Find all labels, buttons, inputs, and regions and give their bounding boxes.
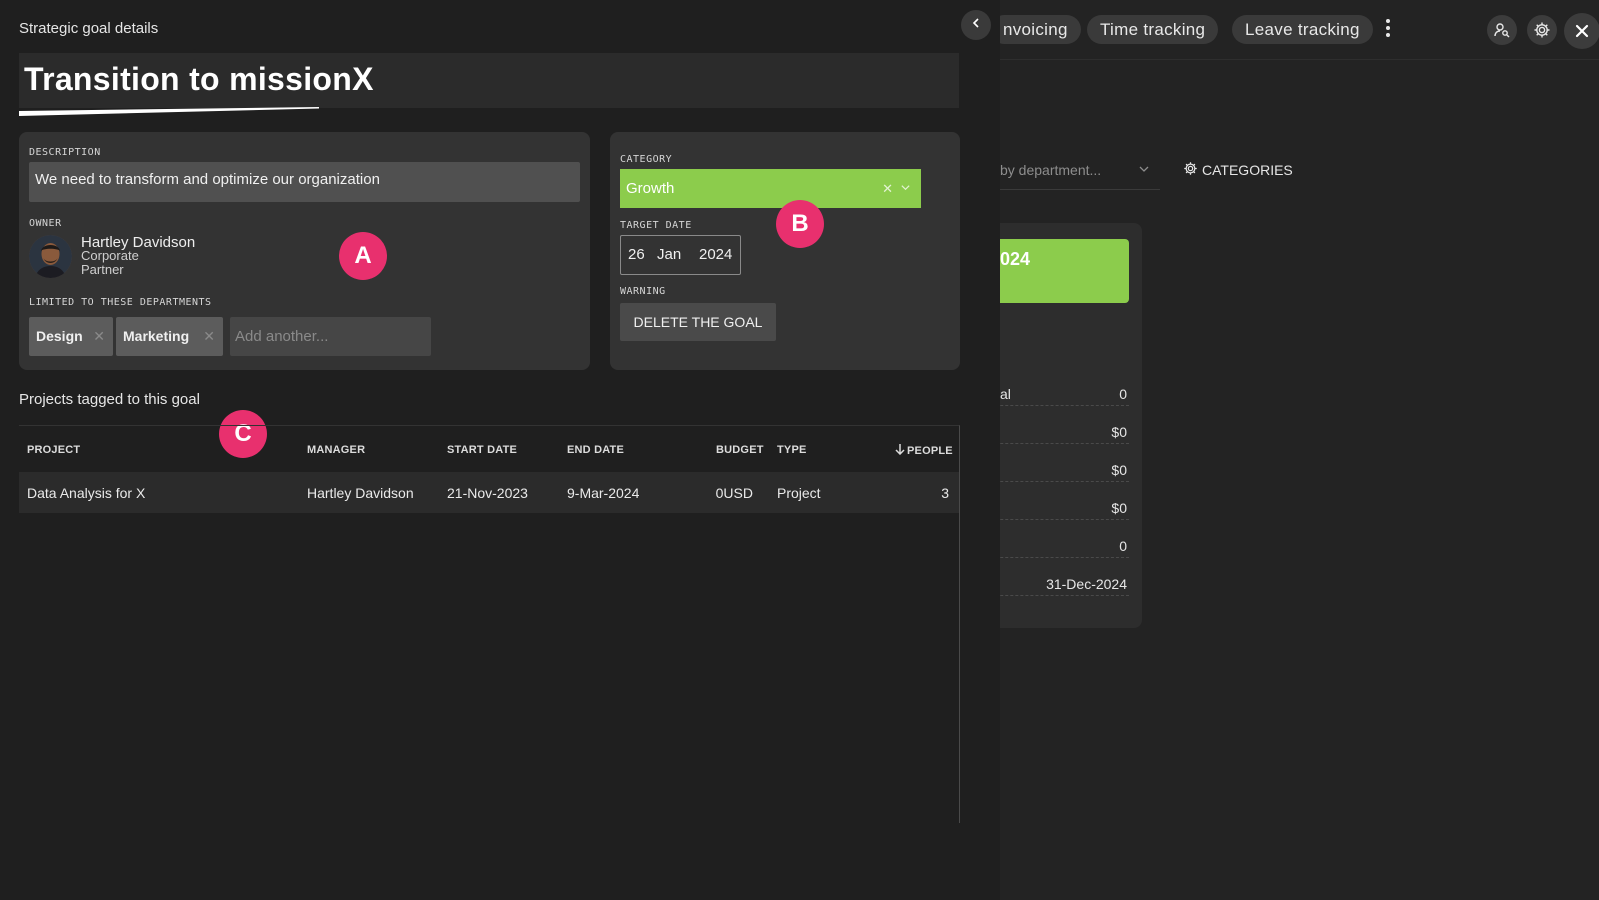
categories-button[interactable]: CATEGORIES [1183, 161, 1293, 179]
department-chip-design[interactable]: Design ✕ [29, 317, 113, 356]
delete-goal-button[interactable]: DELETE THE GOAL [620, 303, 776, 341]
column-header-manager[interactable]: MANAGER [307, 444, 365, 456]
column-header-end-date[interactable]: END DATE [567, 444, 624, 456]
date-month[interactable]: Jan [657, 236, 681, 274]
column-header-budget[interactable]: BUDGET [716, 444, 764, 456]
warning-label: WARNING [620, 286, 666, 297]
user-search-icon[interactable] [1487, 15, 1517, 45]
avatar[interactable] [29, 235, 72, 278]
goal-info-card: DESCRIPTION We need to transform and opt… [19, 132, 590, 370]
nav-tab-leave-tracking[interactable]: Leave tracking [1232, 15, 1373, 44]
department-filter-placeholder: by department... [1000, 162, 1102, 178]
more-options-icon[interactable] [1385, 19, 1391, 39]
category-select[interactable]: Growth ✕ [620, 169, 921, 208]
clear-icon[interactable]: ✕ [882, 169, 893, 208]
gear-icon [1183, 161, 1198, 179]
chevron-left-icon [970, 16, 982, 34]
goal-title: Transition to missionX [24, 61, 374, 97]
cell-people: 3 [941, 485, 949, 501]
sort-arrow-down-icon [895, 444, 905, 458]
column-header-type[interactable]: TYPE [777, 444, 807, 456]
collapse-panel-button[interactable] [961, 10, 991, 40]
target-date-input[interactable]: 26 Jan 2024 [620, 235, 741, 275]
chevron-down-icon [1138, 150, 1150, 190]
department-chip-label: Marketing [123, 328, 190, 344]
target-date-label: TARGET DATE [620, 220, 692, 231]
cell-end-date: 9-Mar-2024 [567, 485, 640, 501]
panel-heading: Strategic goal details [19, 20, 159, 37]
nav-tab-time-tracking[interactable]: Time tracking [1087, 15, 1219, 44]
gear-icon[interactable] [1527, 15, 1557, 45]
projects-heading: Projects tagged to this goal [19, 391, 200, 408]
owner-group: Corporate [81, 248, 139, 263]
column-header-people-label: PEOPLE [907, 445, 953, 457]
remove-icon[interactable]: ✕ [203, 317, 215, 356]
annotation-marker-b: B [776, 200, 824, 248]
category-label: CATEGORY [620, 154, 673, 165]
owner-label: OWNER [29, 218, 62, 229]
title-underline-stroke [19, 107, 319, 116]
cell-start-date: 21-Nov-2023 [447, 485, 528, 501]
column-header-people[interactable]: PEOPLE [895, 444, 953, 458]
annotation-marker-a: A [339, 232, 387, 280]
date-day[interactable]: 26 [628, 236, 645, 274]
cell-type: Project [777, 485, 821, 501]
date-year[interactable]: 2024 [699, 236, 732, 274]
goal-details-panel: Strategic goal details Transition to mis… [0, 0, 1000, 900]
column-header-start-date[interactable]: START DATE [447, 444, 517, 456]
goal-settings-card: CATEGORY Growth ✕ TARGET DATE 26 Jan 202… [610, 132, 960, 370]
remove-icon[interactable]: ✕ [93, 317, 105, 356]
description-label: DESCRIPTION [29, 147, 101, 158]
nav-tab-invoicing[interactable]: nvoicing [990, 15, 1081, 44]
cell-project: Data Analysis for X [27, 485, 146, 501]
departments-label: LIMITED TO THESE DEPARTMENTS [29, 297, 212, 308]
projects-table: PROJECT MANAGER START DATE END DATE BUDG… [19, 425, 960, 823]
cell-manager: Hartley Davidson [307, 485, 414, 501]
cell-budget: 0USD [715, 485, 753, 501]
category-value: Growth [626, 180, 675, 197]
table-row[interactable]: Data Analysis for X Hartley Davidson 21-… [19, 472, 959, 513]
column-header-project[interactable]: PROJECT [27, 444, 80, 456]
goal-title-field[interactable]: Transition to missionX [19, 53, 959, 108]
close-icon[interactable] [1564, 13, 1599, 49]
department-chip-label: Design [36, 328, 83, 344]
add-department-input[interactable]: Add another... [230, 317, 431, 356]
description-input[interactable]: We need to transform and optimize our or… [29, 162, 580, 202]
chevron-down-icon[interactable] [900, 169, 911, 208]
owner-role: Partner [81, 262, 124, 277]
categories-label: CATEGORIES [1202, 162, 1293, 178]
department-chip-marketing[interactable]: Marketing ✕ [116, 317, 223, 356]
